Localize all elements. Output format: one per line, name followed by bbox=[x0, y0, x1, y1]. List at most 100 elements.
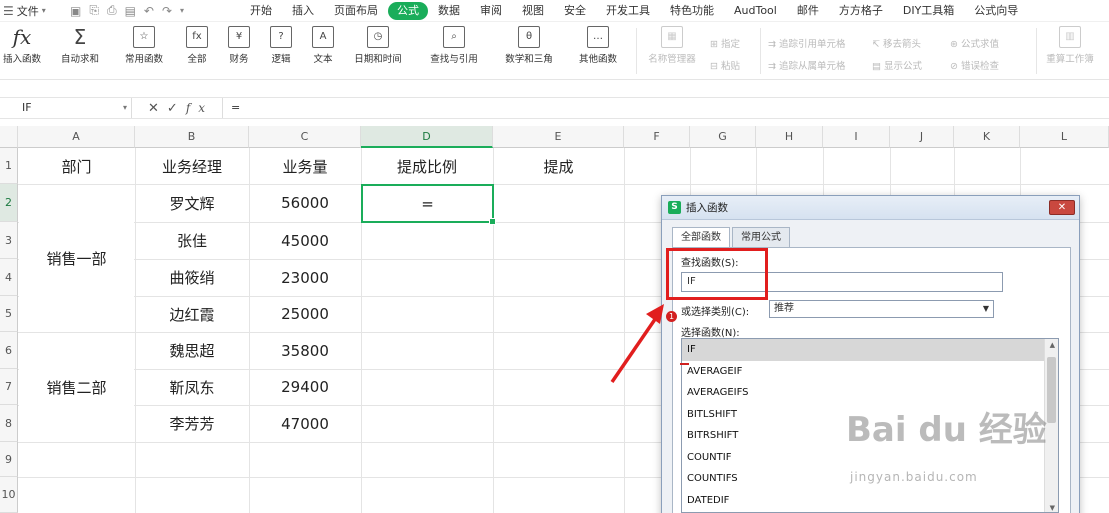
save-icon[interactable]: ▣ bbox=[70, 4, 81, 18]
volume-cell[interactable]: 29400 bbox=[250, 370, 360, 404]
remove-arrows-button[interactable]: ↸ 移去箭头 bbox=[872, 36, 921, 50]
tab-ffgz[interactable]: 方方格子 bbox=[829, 2, 893, 20]
trace-dependents-button[interactable]: ⇉ 追踪从属单元格 bbox=[768, 58, 846, 72]
tab-home[interactable]: 开始 bbox=[240, 2, 282, 20]
undo-icon[interactable]: ↶ bbox=[144, 4, 154, 18]
tab-insert[interactable]: 插入 bbox=[282, 2, 324, 20]
column-header-l[interactable]: L bbox=[1020, 126, 1109, 148]
formula-input[interactable]: = bbox=[222, 98, 1109, 118]
logical-button[interactable]: ? 逻辑 bbox=[264, 26, 298, 65]
row-header-5[interactable]: 5 bbox=[0, 296, 18, 332]
tab-view[interactable]: 视图 bbox=[512, 2, 554, 20]
name-manager-button[interactable]: ▦ 名称管理器 bbox=[642, 26, 702, 65]
manager-cell[interactable]: 靳凤东 bbox=[136, 370, 248, 404]
chevron-down-icon[interactable]: ▾ bbox=[180, 6, 184, 15]
scroll-up-icon[interactable]: ▲ bbox=[1050, 341, 1055, 349]
tab-formula-wizard[interactable]: 公式向导 bbox=[964, 2, 1028, 20]
recalculate-workbook-button[interactable]: ▥ 重算工作簿 bbox=[1040, 26, 1100, 65]
tab-data[interactable]: 数据 bbox=[428, 2, 470, 20]
header-cell-department[interactable]: 部门 bbox=[19, 149, 134, 183]
row-header-10[interactable]: 10 bbox=[0, 477, 18, 513]
manager-cell[interactable]: 罗文辉 bbox=[136, 185, 248, 221]
column-header-a[interactable]: A bbox=[18, 126, 135, 148]
volume-cell[interactable]: 47000 bbox=[250, 406, 360, 441]
header-cell-volume[interactable]: 业务量 bbox=[250, 149, 360, 183]
manager-cell[interactable]: 魏思超 bbox=[136, 333, 248, 368]
name-box[interactable]: IF ▾ bbox=[0, 98, 132, 118]
math-trig-button[interactable]: θ 数学和三角 bbox=[496, 26, 562, 65]
error-check-button[interactable]: ⊘ 错误检查 bbox=[950, 58, 999, 72]
row-header-4[interactable]: 4 bbox=[0, 259, 18, 296]
volume-cell[interactable]: 35800 bbox=[250, 333, 360, 368]
tab-all-functions[interactable]: 全部函数 bbox=[672, 227, 730, 248]
financial-button[interactable]: ¥ 财务 bbox=[222, 26, 256, 65]
common-functions-button[interactable]: ☆ 常用函数 bbox=[118, 26, 170, 65]
row-header-6[interactable]: 6 bbox=[0, 332, 18, 369]
date-time-button[interactable]: ◷ 日期和时间 bbox=[346, 26, 410, 65]
tab-formulas[interactable]: 公式 bbox=[388, 1, 428, 20]
list-item[interactable]: DATEDIF bbox=[682, 490, 1058, 512]
row-header-1[interactable]: 1 bbox=[0, 148, 18, 184]
other-functions-button[interactable]: … 其他函数 bbox=[570, 26, 626, 65]
column-header-b[interactable]: B bbox=[135, 126, 249, 148]
tab-audtool[interactable]: AudTool bbox=[724, 2, 787, 20]
tab-common-formulas[interactable]: 常用公式 bbox=[732, 227, 790, 247]
column-header-j[interactable]: J bbox=[890, 126, 954, 148]
cancel-icon[interactable]: ✕ bbox=[148, 101, 167, 116]
scroll-down-icon[interactable]: ▼ bbox=[1050, 504, 1055, 512]
department-cell[interactable]: 销售二部 bbox=[19, 333, 134, 441]
file-menu[interactable]: ☰ 文件 ▾ bbox=[0, 3, 70, 19]
lookup-reference-button[interactable]: ⌕ 查找与引用 bbox=[420, 26, 488, 65]
list-item[interactable]: IF bbox=[682, 339, 1058, 361]
tab-diy-toolbox[interactable]: DIY工具箱 bbox=[893, 2, 964, 20]
volume-cell[interactable]: 45000 bbox=[250, 223, 360, 258]
row-header-7[interactable]: 7 bbox=[0, 369, 18, 405]
text-button[interactable]: A 文本 bbox=[306, 26, 340, 65]
evaluate-formula-button[interactable]: ⊛ 公式求值 bbox=[950, 36, 999, 50]
tab-review[interactable]: 审阅 bbox=[470, 2, 512, 20]
show-formulas-button[interactable]: ▤ 显示公式 bbox=[872, 58, 922, 72]
department-cell[interactable]: 销售一部 bbox=[19, 185, 134, 331]
column-header-k[interactable]: K bbox=[954, 126, 1020, 148]
scrollbar-thumb[interactable] bbox=[1047, 357, 1056, 423]
autosum-button[interactable]: Σ 自动求和 bbox=[54, 26, 106, 65]
tab-developer[interactable]: 开发工具 bbox=[596, 2, 660, 20]
fx-icon[interactable]: fx bbox=[186, 101, 213, 115]
row-header-8[interactable]: 8 bbox=[0, 405, 18, 442]
close-button[interactable]: ✕ bbox=[1049, 200, 1075, 215]
tab-page-layout[interactable]: 页面布局 bbox=[324, 2, 388, 20]
row-header-2[interactable]: 2 bbox=[0, 184, 18, 222]
column-header-e[interactable]: E bbox=[493, 126, 624, 148]
list-item[interactable]: AVERAGEIFS bbox=[682, 382, 1058, 404]
manager-cell[interactable]: 边红霞 bbox=[136, 297, 248, 331]
row-header-3[interactable]: 3 bbox=[0, 222, 18, 259]
row-header-9[interactable]: 9 bbox=[0, 442, 18, 477]
column-header-f[interactable]: F bbox=[624, 126, 690, 148]
redo-icon[interactable]: ↷ bbox=[162, 4, 172, 18]
paste-name-button[interactable]: ⊟ 粘贴 bbox=[710, 58, 740, 72]
column-header-i[interactable]: I bbox=[823, 126, 890, 148]
volume-cell[interactable]: 23000 bbox=[250, 260, 360, 295]
volume-cell[interactable]: 56000 bbox=[250, 185, 360, 221]
volume-cell[interactable]: 25000 bbox=[250, 297, 360, 331]
trace-precedents-button[interactable]: ⇉ 追踪引用单元格 bbox=[768, 36, 846, 50]
tab-mail[interactable]: 邮件 bbox=[787, 2, 829, 20]
header-cell-commission-rate[interactable]: 提成比例 bbox=[362, 149, 492, 183]
preview-icon[interactable]: ▤ bbox=[125, 4, 136, 18]
confirm-icon[interactable]: ✓ bbox=[167, 101, 186, 116]
select-all-corner[interactable] bbox=[0, 126, 18, 148]
chevron-down-icon[interactable]: ▾ bbox=[123, 98, 127, 118]
export-icon[interactable]: ⎘ bbox=[89, 3, 99, 18]
column-header-c[interactable]: C bbox=[249, 126, 361, 148]
column-header-g[interactable]: G bbox=[690, 126, 756, 148]
column-header-h[interactable]: H bbox=[756, 126, 823, 148]
tab-features[interactable]: 特色功能 bbox=[660, 2, 724, 20]
category-select[interactable]: 推荐 ▼ bbox=[769, 300, 994, 318]
list-item[interactable]: AVERAGEIF bbox=[682, 361, 1058, 383]
print-icon[interactable]: ⎙ bbox=[107, 3, 117, 18]
manager-cell[interactable]: 张佳 bbox=[136, 223, 248, 258]
dialog-title-bar[interactable]: S 插入函数 bbox=[662, 196, 1079, 220]
manager-cell[interactable]: 李芳芳 bbox=[136, 406, 248, 441]
header-cell-manager[interactable]: 业务经理 bbox=[136, 149, 248, 183]
insert-function-button[interactable]: fx 插入函数 bbox=[0, 26, 44, 65]
